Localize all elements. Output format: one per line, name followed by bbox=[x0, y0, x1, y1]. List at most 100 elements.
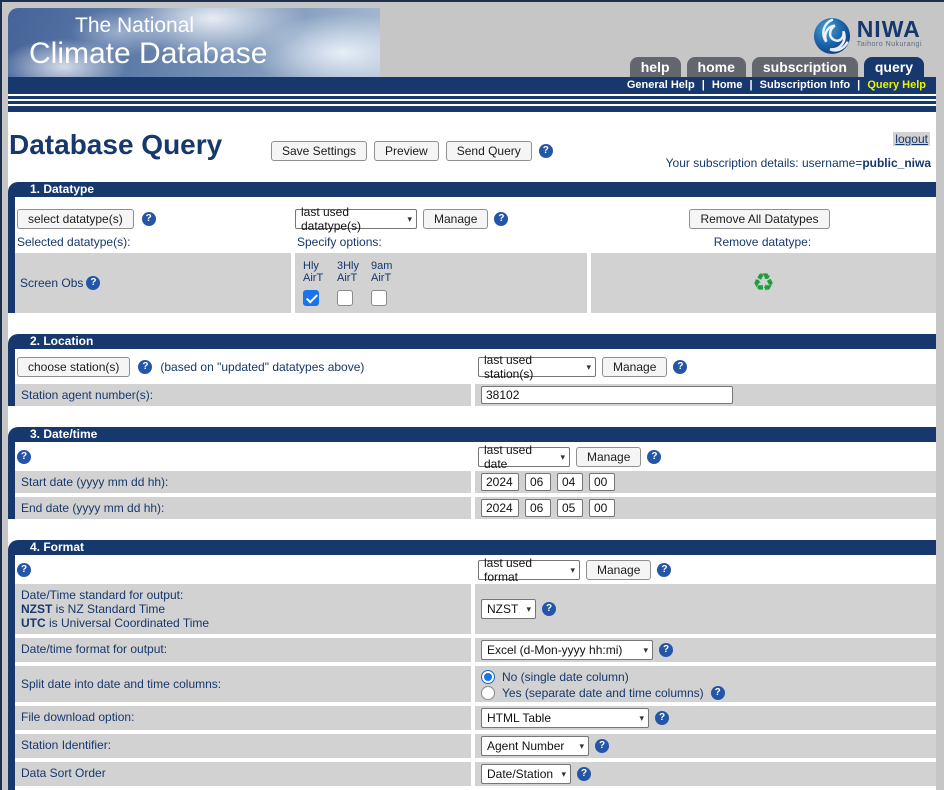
chevron-down-icon: ▾ bbox=[561, 768, 566, 779]
selected-datatypes-column-label: Selected datatype(s): bbox=[17, 235, 131, 249]
help-icon[interactable]: ? bbox=[673, 360, 688, 374]
agent-number-input[interactable] bbox=[481, 386, 733, 404]
help-icon[interactable]: ? bbox=[577, 767, 591, 781]
sort-order-select[interactable]: Date/Station ▾ bbox=[481, 764, 571, 784]
help-icon[interactable]: ? bbox=[659, 643, 673, 657]
datatype-name: Screen Obs bbox=[20, 276, 84, 290]
tab-help[interactable]: help bbox=[629, 57, 681, 77]
end-year-input[interactable] bbox=[481, 499, 519, 517]
tab-home[interactable]: home bbox=[686, 57, 746, 77]
cloud-banner-image: The National Climate Database bbox=[8, 8, 380, 77]
help-icon[interactable]: ? bbox=[86, 276, 101, 290]
logout-link[interactable]: logout bbox=[893, 132, 930, 146]
end-date-row: End date (yyyy mm dd hh): bbox=[15, 497, 936, 519]
link-separator: | bbox=[749, 79, 753, 91]
niwa-swirl-icon bbox=[813, 17, 850, 55]
help-icon[interactable]: ? bbox=[494, 212, 509, 226]
help-icon[interactable]: ? bbox=[538, 144, 553, 158]
help-icon[interactable]: ? bbox=[657, 563, 672, 577]
help-icon[interactable]: ? bbox=[655, 711, 669, 725]
last-used-date-select[interactable]: last used date ▾ bbox=[478, 443, 570, 471]
section-format-header: 4. Format bbox=[8, 540, 936, 555]
help-icon[interactable]: ? bbox=[138, 360, 153, 374]
datatype-row: Screen Obs ? Hly AirT 3Hly AirT 9am AirT… bbox=[15, 253, 936, 313]
specify-options-column-label: Specify options: bbox=[297, 235, 382, 249]
end-month-input[interactable] bbox=[525, 499, 551, 517]
link-bar: General Help | Home | Subscription Info … bbox=[8, 77, 936, 94]
subscription-username: public_niwa bbox=[862, 156, 931, 170]
help-icon[interactable]: ? bbox=[17, 450, 31, 464]
help-icon[interactable]: ? bbox=[595, 739, 609, 753]
send-query-button[interactable]: Send Query bbox=[445, 141, 532, 161]
remove-all-datatypes-button[interactable]: Remove All Datatypes bbox=[689, 209, 830, 229]
end-hour-input[interactable] bbox=[589, 499, 615, 517]
link-general-help[interactable]: General Help bbox=[627, 79, 695, 91]
chevron-down-icon: ▾ bbox=[639, 712, 644, 723]
last-used-stations-select[interactable]: last used station(s) ▾ bbox=[478, 353, 596, 381]
manage-dates-button[interactable]: Manage bbox=[576, 447, 642, 467]
agent-number-row: Station agent number(s): bbox=[15, 384, 936, 406]
section-location-header: 2. Location bbox=[8, 334, 936, 349]
help-icon[interactable]: ? bbox=[17, 563, 31, 577]
link-subscription-info[interactable]: Subscription Info bbox=[760, 79, 850, 91]
manage-stations-button[interactable]: Manage bbox=[602, 357, 668, 377]
link-home[interactable]: Home bbox=[712, 79, 743, 91]
page: The National Climate Database NIWA Taiho… bbox=[8, 8, 936, 790]
remove-datatype-recycle-icon[interactable]: ♻ bbox=[752, 270, 774, 296]
tab-subscription[interactable]: subscription bbox=[751, 57, 858, 77]
split-no-label: No (single date column) bbox=[502, 670, 629, 684]
niwa-logo-tagline: Taihoro Nukurangi bbox=[856, 41, 922, 48]
niwa-logo: NIWA Taihoro Nukurangi bbox=[813, 17, 922, 55]
niwa-logo-text: NIWA bbox=[856, 16, 921, 42]
section-datatype-header: 1. Datatype bbox=[8, 182, 936, 197]
last-used-format-select[interactable]: last used format ▾ bbox=[478, 556, 580, 584]
help-icon[interactable]: ? bbox=[141, 212, 156, 226]
manage-formats-button[interactable]: Manage bbox=[586, 560, 652, 580]
datetime-standard-select[interactable]: NZST ▾ bbox=[481, 599, 536, 619]
3hly-airt-checkbox[interactable] bbox=[337, 290, 353, 306]
save-settings-button[interactable]: Save Settings bbox=[271, 141, 368, 161]
datetime-format-select[interactable]: Excel (d-Mon-yyyy hh:mi) ▾ bbox=[481, 640, 653, 660]
hly-airt-checkbox[interactable] bbox=[303, 290, 319, 306]
split-date-row: Split date into date and time columns: N… bbox=[15, 666, 936, 702]
station-identifier-select[interactable]: Agent Number ▾ bbox=[481, 736, 589, 756]
manage-datatypes-button[interactable]: Manage bbox=[423, 209, 489, 229]
link-query-help[interactable]: Query Help bbox=[867, 79, 926, 91]
masthead: The National Climate Database NIWA Taiho… bbox=[8, 8, 936, 77]
datetime-standard-row: Date/Time standard for output: NZST is N… bbox=[15, 584, 936, 634]
title-area: Database Query Save Settings Preview Sen… bbox=[8, 112, 936, 182]
start-year-input[interactable] bbox=[481, 473, 519, 491]
option-9am-airt: 9am AirT bbox=[371, 260, 398, 309]
site-title-line2: Climate Database bbox=[29, 37, 268, 70]
9am-airt-checkbox[interactable] bbox=[371, 290, 387, 306]
chevron-down-icon: ▾ bbox=[407, 213, 412, 224]
option-3hly-airt: 3Hly AirT bbox=[337, 260, 364, 309]
tab-query[interactable]: query bbox=[863, 57, 924, 77]
file-download-select[interactable]: HTML Table ▾ bbox=[481, 708, 649, 728]
last-used-datatypes-select[interactable]: last used datatype(s) ▾ bbox=[295, 205, 417, 233]
end-day-input[interactable] bbox=[557, 499, 583, 517]
chevron-down-icon: ▾ bbox=[560, 451, 565, 462]
start-day-input[interactable] bbox=[557, 473, 583, 491]
window-frame-top bbox=[0, 0, 944, 2]
nav-tabs: help home subscription query bbox=[629, 57, 924, 77]
chevron-down-icon: ▾ bbox=[579, 740, 584, 751]
sort-order-label: Data Sort Order bbox=[15, 762, 471, 786]
help-icon[interactable]: ? bbox=[542, 602, 556, 616]
site-title-line1: The National bbox=[75, 14, 195, 37]
agent-number-label: Station agent number(s): bbox=[15, 384, 471, 406]
select-datatypes-button[interactable]: select datatype(s) bbox=[17, 209, 134, 229]
split-yes-label: Yes (separate date and time columns) bbox=[502, 686, 704, 700]
split-yes-radio[interactable] bbox=[481, 686, 495, 700]
datetime-format-row: Date/time format for output: Excel (d-Mo… bbox=[15, 638, 936, 662]
start-hour-input[interactable] bbox=[589, 473, 615, 491]
option-hly-airt: Hly AirT bbox=[303, 260, 330, 309]
help-icon[interactable]: ? bbox=[710, 686, 725, 700]
help-icon[interactable]: ? bbox=[647, 450, 662, 464]
choose-stations-button[interactable]: choose station(s) bbox=[17, 357, 131, 377]
preview-button[interactable]: Preview bbox=[374, 141, 439, 161]
split-no-radio[interactable] bbox=[481, 670, 495, 684]
start-month-input[interactable] bbox=[525, 473, 551, 491]
link-separator: | bbox=[701, 79, 705, 91]
datetime-standard-label: Date/Time standard for output: NZST is N… bbox=[15, 584, 471, 634]
